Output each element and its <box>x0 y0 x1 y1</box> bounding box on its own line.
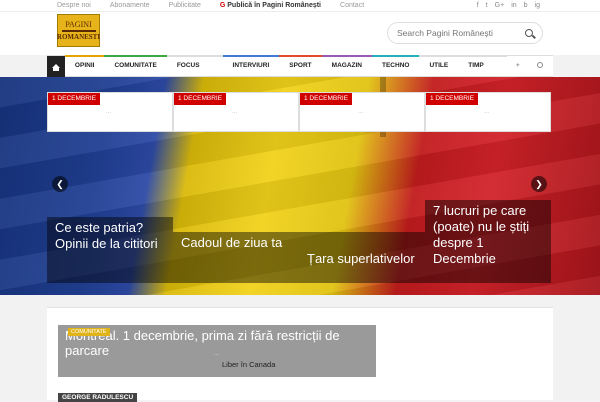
social-links: f t G+ in b ig <box>477 1 540 11</box>
follow-button[interactable]: + FOLLOW <box>507 56 553 89</box>
nav-item-opinii[interactable]: OPINII <box>64 55 105 76</box>
slide-caption-3[interactable]: Țara superlativelor <box>299 232 425 283</box>
date-badge: 1 DECEMBRIE <box>48 93 101 105</box>
linkedin-icon[interactable]: in <box>511 1 516 11</box>
home-button[interactable] <box>47 56 65 77</box>
slide-thumb-2[interactable]: 1 DECEMBRIE ... <box>173 92 299 132</box>
section-label[interactable]: Liber în Canada <box>222 360 275 369</box>
date-badge: 1 DECEMBRIE <box>174 93 227 105</box>
link-despre-noi[interactable]: Despre noi <box>57 1 91 11</box>
nav-item-techno[interactable]: TECHNO <box>372 55 420 76</box>
featured-article[interactable]: Montreal. 1 decembrie, prima zi fără res… <box>58 325 376 377</box>
loading-dots: ... <box>214 351 220 357</box>
twitter-icon[interactable]: t <box>486 1 488 11</box>
caption-text: Cadoul de ziua ta <box>181 235 283 250</box>
caption-text: Ce este patria? Opinii de la cititori <box>55 220 158 251</box>
nav-item-comunitate[interactable]: COMUNITATE <box>104 55 168 76</box>
prev-arrow-icon[interactable]: ❮ <box>52 176 68 192</box>
slide-caption-4[interactable]: 7 lucruri pe care (poate) nu le știți de… <box>425 200 551 283</box>
slide-thumb-3[interactable]: 1 DECEMBRIE ... <box>299 92 425 132</box>
google-plus-icon[interactable]: G+ <box>495 1 505 11</box>
author-badge[interactable]: GEORGE RADULESCU <box>58 393 138 402</box>
publish-label: Publică în Pagini Românești <box>227 2 322 9</box>
slide-caption-1[interactable]: Ce este patria? Opinii de la cititori <box>47 217 173 283</box>
nav-item-interviuri[interactable]: INTERVIURI <box>222 55 280 76</box>
loading-dots: ... <box>106 109 112 115</box>
search-box <box>387 22 543 44</box>
link-contact[interactable]: Contact <box>340 1 364 11</box>
search-icon[interactable] <box>525 29 533 37</box>
date-badge: 1 DECEMBRIE <box>426 93 479 105</box>
nav-item-timp-liber[interactable]: TIMP LIBER <box>458 55 507 89</box>
link-publica[interactable]: G Publică în Pagini Românești <box>220 1 321 11</box>
logo-line1: PAGINI <box>65 19 92 29</box>
logo-divider <box>61 29 96 32</box>
nav-item-magazin[interactable]: MAGAZIN <box>321 55 373 76</box>
loading-dots: ... <box>232 109 238 115</box>
hero-slider: 1 DECEMBRIE ... 1 DECEMBRIE ... 1 DECEMB… <box>0 77 600 295</box>
search-input[interactable] <box>397 28 517 38</box>
date-badge: 1 DECEMBRIE <box>300 93 353 105</box>
slide-thumb-4[interactable]: 1 DECEMBRIE ... <box>425 92 551 132</box>
g-logo-icon: G <box>219 2 226 9</box>
slide-caption-2[interactable]: Cadoul de ziua ta <box>173 232 299 283</box>
blog-icon[interactable]: b <box>524 1 528 11</box>
link-publicitate[interactable]: Publicitate <box>169 1 201 11</box>
loading-dots: ... <box>484 109 490 115</box>
nav-item-focus[interactable]: FOCUS CA-RO <box>166 55 223 89</box>
site-logo[interactable]: PAGINI ROMANESTI <box>57 14 100 47</box>
main-nav: OPINII COMUNITATE FOCUS CA-RO INTERVIURI… <box>47 55 553 89</box>
caption-text: 7 lucruri pe care (poate) nu le știți de… <box>433 203 530 266</box>
logo-line2: ROMANESTI <box>56 32 101 41</box>
nav-search-icon[interactable] <box>537 62 543 68</box>
next-arrow-icon[interactable]: ❯ <box>531 176 547 192</box>
header: PAGINI ROMANESTI <box>0 12 600 55</box>
home-icon <box>51 63 60 71</box>
nav-item-utile[interactable]: UTILE <box>419 55 459 76</box>
nav-item-sport[interactable]: SPORT <box>279 55 323 76</box>
content-area: Montreal. 1 decembrie, prima zi fără res… <box>47 307 553 402</box>
caption-text: Țara superlativelor <box>307 251 415 266</box>
top-bar: Despre noi Abonamente Publicitate G Publ… <box>0 0 600 12</box>
loading-dots: ... <box>358 109 364 115</box>
category-badge[interactable]: COMUNITATE <box>68 328 110 336</box>
facebook-icon[interactable]: f <box>477 1 479 11</box>
link-abonamente[interactable]: Abonamente <box>110 1 150 11</box>
slide-thumb-1[interactable]: 1 DECEMBRIE ... <box>47 92 173 132</box>
instagram-icon[interactable]: ig <box>535 1 540 11</box>
top-links: Despre noi Abonamente Publicitate G Publ… <box>57 1 383 11</box>
